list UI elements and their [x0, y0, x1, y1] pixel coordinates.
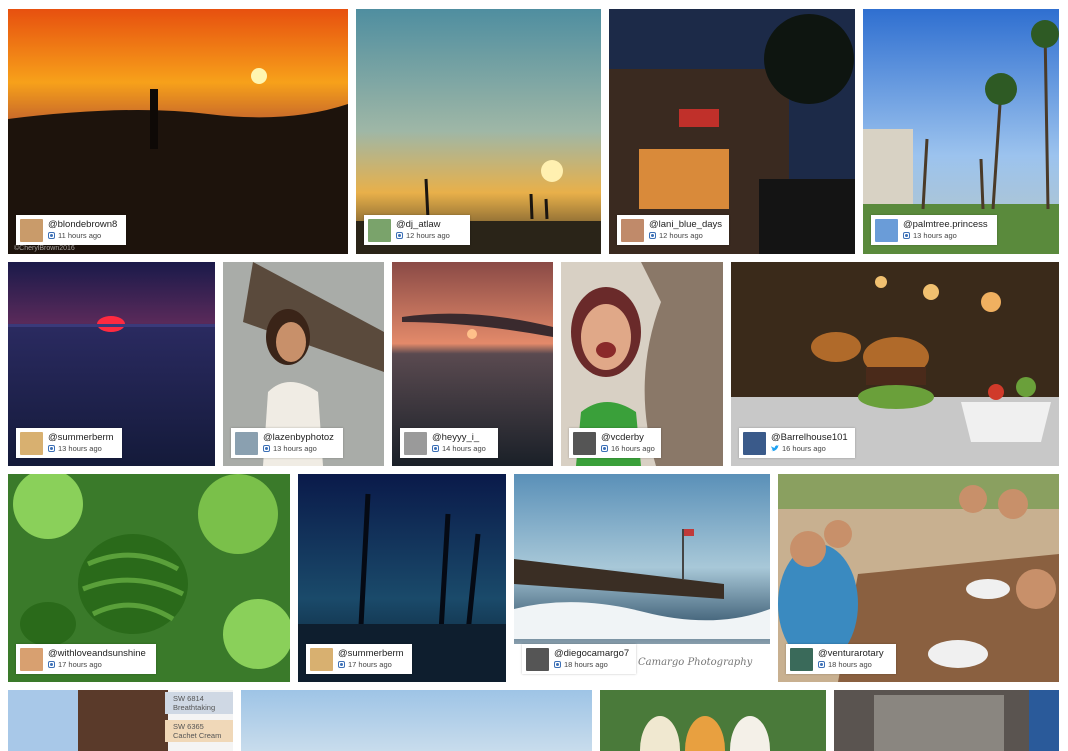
instagram-icon: [903, 232, 910, 239]
avatar[interactable]: [790, 647, 813, 671]
instagram-icon: [601, 445, 608, 452]
username-link[interactable]: @venturarotary: [818, 648, 884, 659]
interior-photo: [834, 690, 1059, 751]
swatch-code: SW 6814: [173, 694, 204, 703]
timestamp: 12 hours ago: [406, 231, 450, 240]
post-caption: @vcderby 16 hours ago: [569, 428, 661, 458]
username-link[interactable]: @vcderby: [601, 432, 655, 443]
watermark: ©CherylBrown2016: [14, 245, 75, 252]
surfboards-photo: [600, 690, 826, 751]
timestamp: 17 hours ago: [58, 660, 102, 669]
avatar[interactable]: [20, 431, 43, 455]
avatar[interactable]: [20, 218, 43, 242]
swatch-name: Breathtaking: [173, 703, 216, 712]
username-link[interactable]: @diegocamargo7: [554, 648, 629, 659]
post-caption: @diegocamargo7 18 hours ago: [522, 644, 636, 674]
photo-tile[interactable]: @summerberm 13 hours ago: [8, 262, 215, 466]
avatar[interactable]: [235, 431, 258, 455]
timestamp: 12 hours ago: [659, 231, 703, 240]
paint-swatch: SW 6365 Cachet Cream: [165, 720, 233, 742]
username-link[interactable]: @palmtree.princess: [903, 219, 988, 230]
post-caption: @summerberm 13 hours ago: [16, 428, 122, 458]
photo-tile[interactable]: @summerberm 17 hours ago: [298, 474, 506, 682]
instagram-icon: [48, 232, 55, 239]
instagram-icon: [48, 445, 55, 452]
photo-tile[interactable]: @Barrelhouse101 16 hours ago: [731, 262, 1059, 466]
photo-tile[interactable]: @palmtree.princess 13 hours ago: [863, 9, 1059, 254]
twitter-icon: [771, 445, 779, 452]
username-link[interactable]: @lazenbyphotoz: [263, 432, 334, 443]
timestamp: 13 hours ago: [273, 444, 317, 453]
post-caption: @heyyy_i_ 14 hours ago: [400, 428, 498, 458]
photo-tile[interactable]: @lazenbyphotoz 13 hours ago: [223, 262, 384, 466]
post-caption: @summerberm 17 hours ago: [306, 644, 412, 674]
username-link[interactable]: @Barrelhouse101: [771, 432, 848, 443]
photo-tile[interactable]: @withloveandsunshine 17 hours ago: [8, 474, 290, 682]
timestamp: 11 hours ago: [58, 231, 102, 240]
post-caption: @palmtree.princess 13 hours ago: [871, 215, 997, 245]
photo-tile[interactable]: SW 6814 Breathtaking SW 6365 Cachet Crea…: [8, 690, 233, 751]
username-link[interactable]: @withloveandsunshine: [48, 648, 146, 659]
avatar[interactable]: [573, 431, 596, 455]
avatar[interactable]: [310, 647, 333, 671]
post-caption: @Barrelhouse101 16 hours ago: [739, 428, 855, 458]
paint-swatch: SW 6814 Breathtaking: [165, 692, 233, 714]
username-link[interactable]: @heyyy_i_: [432, 432, 486, 443]
avatar[interactable]: [526, 647, 549, 671]
post-caption: @dj_atlaw 12 hours ago: [364, 215, 470, 245]
avatar[interactable]: [743, 431, 766, 455]
swatch-code: SW 6365: [173, 722, 204, 731]
timestamp: 17 hours ago: [348, 660, 392, 669]
post-caption: @blondebrown8 11 hours ago: [16, 215, 126, 245]
timestamp: 16 hours ago: [782, 444, 826, 453]
username-link[interactable]: @blondebrown8: [48, 219, 117, 230]
swatch-name: Cachet Cream: [173, 731, 222, 740]
timestamp: 18 hours ago: [564, 660, 608, 669]
post-caption: @lani_blue_days 12 hours ago: [617, 215, 729, 245]
instagram-icon: [263, 445, 270, 452]
signature: Camargo Photography: [638, 657, 753, 668]
username-link[interactable]: @summerberm: [48, 432, 114, 443]
instagram-icon: [818, 661, 825, 668]
photo-tile[interactable]: Camargo Photography @diegocamargo7 18 ho…: [514, 474, 770, 682]
photo-tile[interactable]: ©CherylBrown2016 @blondebrown8 11 hours …: [8, 9, 348, 254]
avatar[interactable]: [875, 218, 898, 242]
timestamp: 18 hours ago: [828, 660, 872, 669]
photo-tile[interactable]: @dj_atlaw 12 hours ago: [356, 9, 601, 254]
instagram-icon: [396, 232, 403, 239]
username-link[interactable]: @dj_atlaw: [396, 219, 450, 230]
instagram-icon: [338, 661, 345, 668]
instagram-icon: [649, 232, 656, 239]
photo-tile[interactable]: @vcderby 16 hours ago: [561, 262, 723, 466]
photo-tile[interactable]: [241, 690, 592, 751]
avatar[interactable]: [20, 647, 43, 671]
post-caption: @withloveandsunshine 17 hours ago: [16, 644, 156, 674]
instagram-icon: [432, 445, 439, 452]
timestamp: 13 hours ago: [58, 444, 102, 453]
timestamp: 14 hours ago: [442, 444, 486, 453]
instagram-icon: [48, 661, 55, 668]
post-caption: @venturarotary 18 hours ago: [786, 644, 896, 674]
avatar[interactable]: [404, 431, 427, 455]
avatar[interactable]: [368, 218, 391, 242]
username-link[interactable]: @summerberm: [338, 648, 404, 659]
avatar[interactable]: [621, 218, 644, 242]
timestamp: 16 hours ago: [611, 444, 655, 453]
sky-photo: [241, 690, 592, 751]
post-caption: @lazenbyphotoz 13 hours ago: [231, 428, 343, 458]
timestamp: 13 hours ago: [913, 231, 957, 240]
photo-tile[interactable]: [834, 690, 1059, 751]
photo-tile[interactable]: @heyyy_i_ 14 hours ago: [392, 262, 553, 466]
photo-tile[interactable]: @venturarotary 18 hours ago: [778, 474, 1059, 682]
username-link[interactable]: @lani_blue_days: [649, 219, 722, 230]
photo-tile[interactable]: @lani_blue_days 12 hours ago: [609, 9, 855, 254]
photo-tile[interactable]: [600, 690, 826, 751]
instagram-icon: [554, 661, 561, 668]
